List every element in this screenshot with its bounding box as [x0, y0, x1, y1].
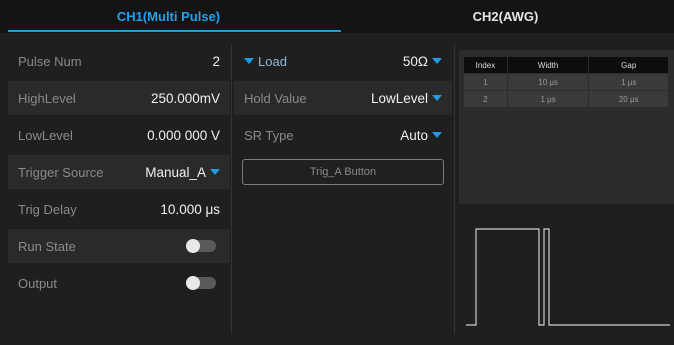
hold-value-row[interactable]: Hold Value LowLevel [234, 81, 452, 115]
table-cell: 2 [463, 90, 508, 108]
high-level-value[interactable]: 250.000mV [151, 91, 220, 106]
low-level-label: LowLevel [18, 127, 73, 143]
run-state-toggle[interactable] [186, 239, 216, 253]
table-row[interactable]: 2 1 μs 20 μs [463, 90, 669, 108]
trigger-source-row[interactable]: Trigger Source Manual_A [8, 155, 230, 189]
output-toggle[interactable] [186, 276, 216, 290]
run-state-row[interactable]: Run State [8, 229, 230, 263]
trigger-source-dropdown[interactable]: Manual_A [145, 165, 220, 180]
low-level-row[interactable]: LowLevel 0.000 000 V [8, 118, 230, 152]
load-label-text: Load [258, 53, 287, 69]
pulse-table-panel: Index Width Gap 1 10 μs 1 μs 2 1 μs 20 μ… [459, 50, 674, 204]
table-cell: 1 [463, 73, 508, 91]
table-header-width: Width [506, 56, 590, 74]
waveform-preview [466, 228, 670, 326]
pulse-num-label: Pulse Num [18, 53, 82, 69]
channel-tabs: CH1(Multi Pulse) CH2(AWG) [0, 0, 674, 33]
load-dropdown[interactable]: 50Ω [403, 54, 442, 69]
waveform-trace [466, 228, 670, 326]
table-cell[interactable]: 10 μs [506, 73, 590, 91]
output-label: Output [18, 275, 58, 291]
low-level-value[interactable]: 0.000 000 V [147, 128, 220, 143]
load-row[interactable]: Load 50Ω [234, 44, 452, 78]
high-level-row[interactable]: HighLevel 250.000mV [8, 81, 230, 115]
table-cell[interactable]: 20 μs [588, 90, 669, 108]
pulse-table: Index Width Gap 1 10 μs 1 μs 2 1 μs 20 μ… [463, 56, 669, 108]
trig-delay-row[interactable]: Trig Delay 10.000 μs [8, 192, 230, 226]
table-row[interactable]: 1 10 μs 1 μs [463, 73, 669, 91]
trigger-source-label: Trigger Source [18, 164, 104, 180]
output-row[interactable]: Output [8, 266, 230, 300]
trig-a-button[interactable]: Trig_A Button [242, 159, 444, 185]
trig-delay-label: Trig Delay [18, 201, 77, 217]
pulse-num-value[interactable]: 2 [212, 54, 220, 69]
load-label[interactable]: Load [244, 54, 287, 69]
run-state-label: Run State [18, 238, 76, 254]
sr-type-row[interactable]: SR Type Auto [234, 118, 452, 152]
sr-type-label: SR Type [244, 127, 294, 143]
table-header-row: Index Width Gap [463, 56, 669, 74]
pulse-num-row[interactable]: Pulse Num 2 [8, 44, 230, 78]
tab-ch2[interactable]: CH2(AWG) [337, 0, 674, 33]
table-header-gap: Gap [588, 56, 669, 74]
trig-delay-value[interactable]: 10.000 μs [160, 202, 220, 217]
hold-value-label: Hold Value [244, 90, 307, 106]
hold-value-dropdown[interactable]: LowLevel [371, 91, 442, 106]
table-cell[interactable]: 1 μs [506, 90, 590, 108]
column-divider [454, 44, 455, 334]
table-header-index: Index [463, 56, 508, 74]
column-divider [231, 44, 232, 334]
table-cell[interactable]: 1 μs [588, 73, 669, 91]
tab-ch1[interactable]: CH1(Multi Pulse) [0, 0, 337, 33]
high-level-label: HighLevel [18, 90, 76, 106]
tab-ch1-underline [8, 30, 341, 32]
load-chevron-down-icon [244, 58, 254, 64]
sr-type-dropdown[interactable]: Auto [400, 128, 442, 143]
